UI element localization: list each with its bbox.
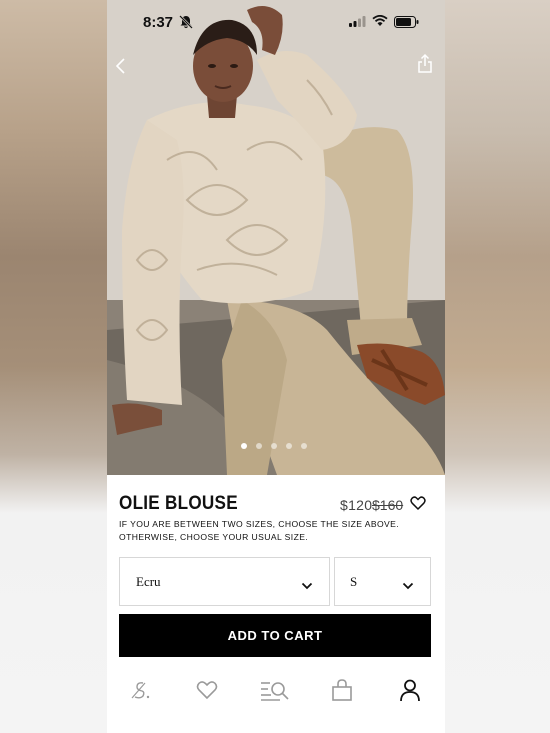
status-bar: 8:37 <box>107 0 445 44</box>
color-select-value: Ecru <box>136 574 161 589</box>
user-icon[interactable] <box>398 678 422 707</box>
gallery-dot[interactable] <box>286 443 292 449</box>
gallery-dot[interactable] <box>241 443 247 449</box>
size-guide-note: IF YOU ARE BETWEEN TWO SIZES, CHOOSE THE… <box>119 519 400 542</box>
share-icon[interactable] <box>416 53 434 75</box>
bottom-tab-bar <box>107 670 445 710</box>
product-photo <box>107 0 445 475</box>
search-filter-icon[interactable] <box>259 678 291 707</box>
brand-logo-icon[interactable] <box>129 678 153 707</box>
heart-icon[interactable] <box>410 495 426 511</box>
status-time: 8:37 <box>143 14 174 31</box>
gallery-dot[interactable] <box>271 443 277 449</box>
chevron-down-icon <box>402 577 414 595</box>
gallery-dot[interactable] <box>256 443 262 449</box>
product-image-gallery[interactable]: 8:37 <box>107 0 445 475</box>
back-chevron-icon[interactable] <box>112 55 132 77</box>
size-select-value: S <box>350 574 358 589</box>
color-select[interactable]: Ecru <box>119 557 330 606</box>
chevron-down-icon <box>301 577 313 595</box>
size-select[interactable]: S <box>334 557 431 606</box>
product-original-price: $160 <box>372 497 404 513</box>
gallery-pagination <box>241 443 307 449</box>
bag-icon[interactable] <box>331 678 353 707</box>
add-to-cart-button[interactable]: ADD TO CART <box>119 614 431 657</box>
blurred-backdrop-left <box>0 0 107 733</box>
product-page: 8:37 OLIE BLOUSE $120 $160 IF YOU ARE BE… <box>107 0 445 733</box>
blurred-backdrop-right <box>443 0 550 733</box>
product-price: $120 <box>340 497 373 513</box>
heart-icon[interactable] <box>195 678 219 707</box>
gallery-dot[interactable] <box>301 443 307 449</box>
product-name: OLIE BLOUSE <box>119 493 238 514</box>
